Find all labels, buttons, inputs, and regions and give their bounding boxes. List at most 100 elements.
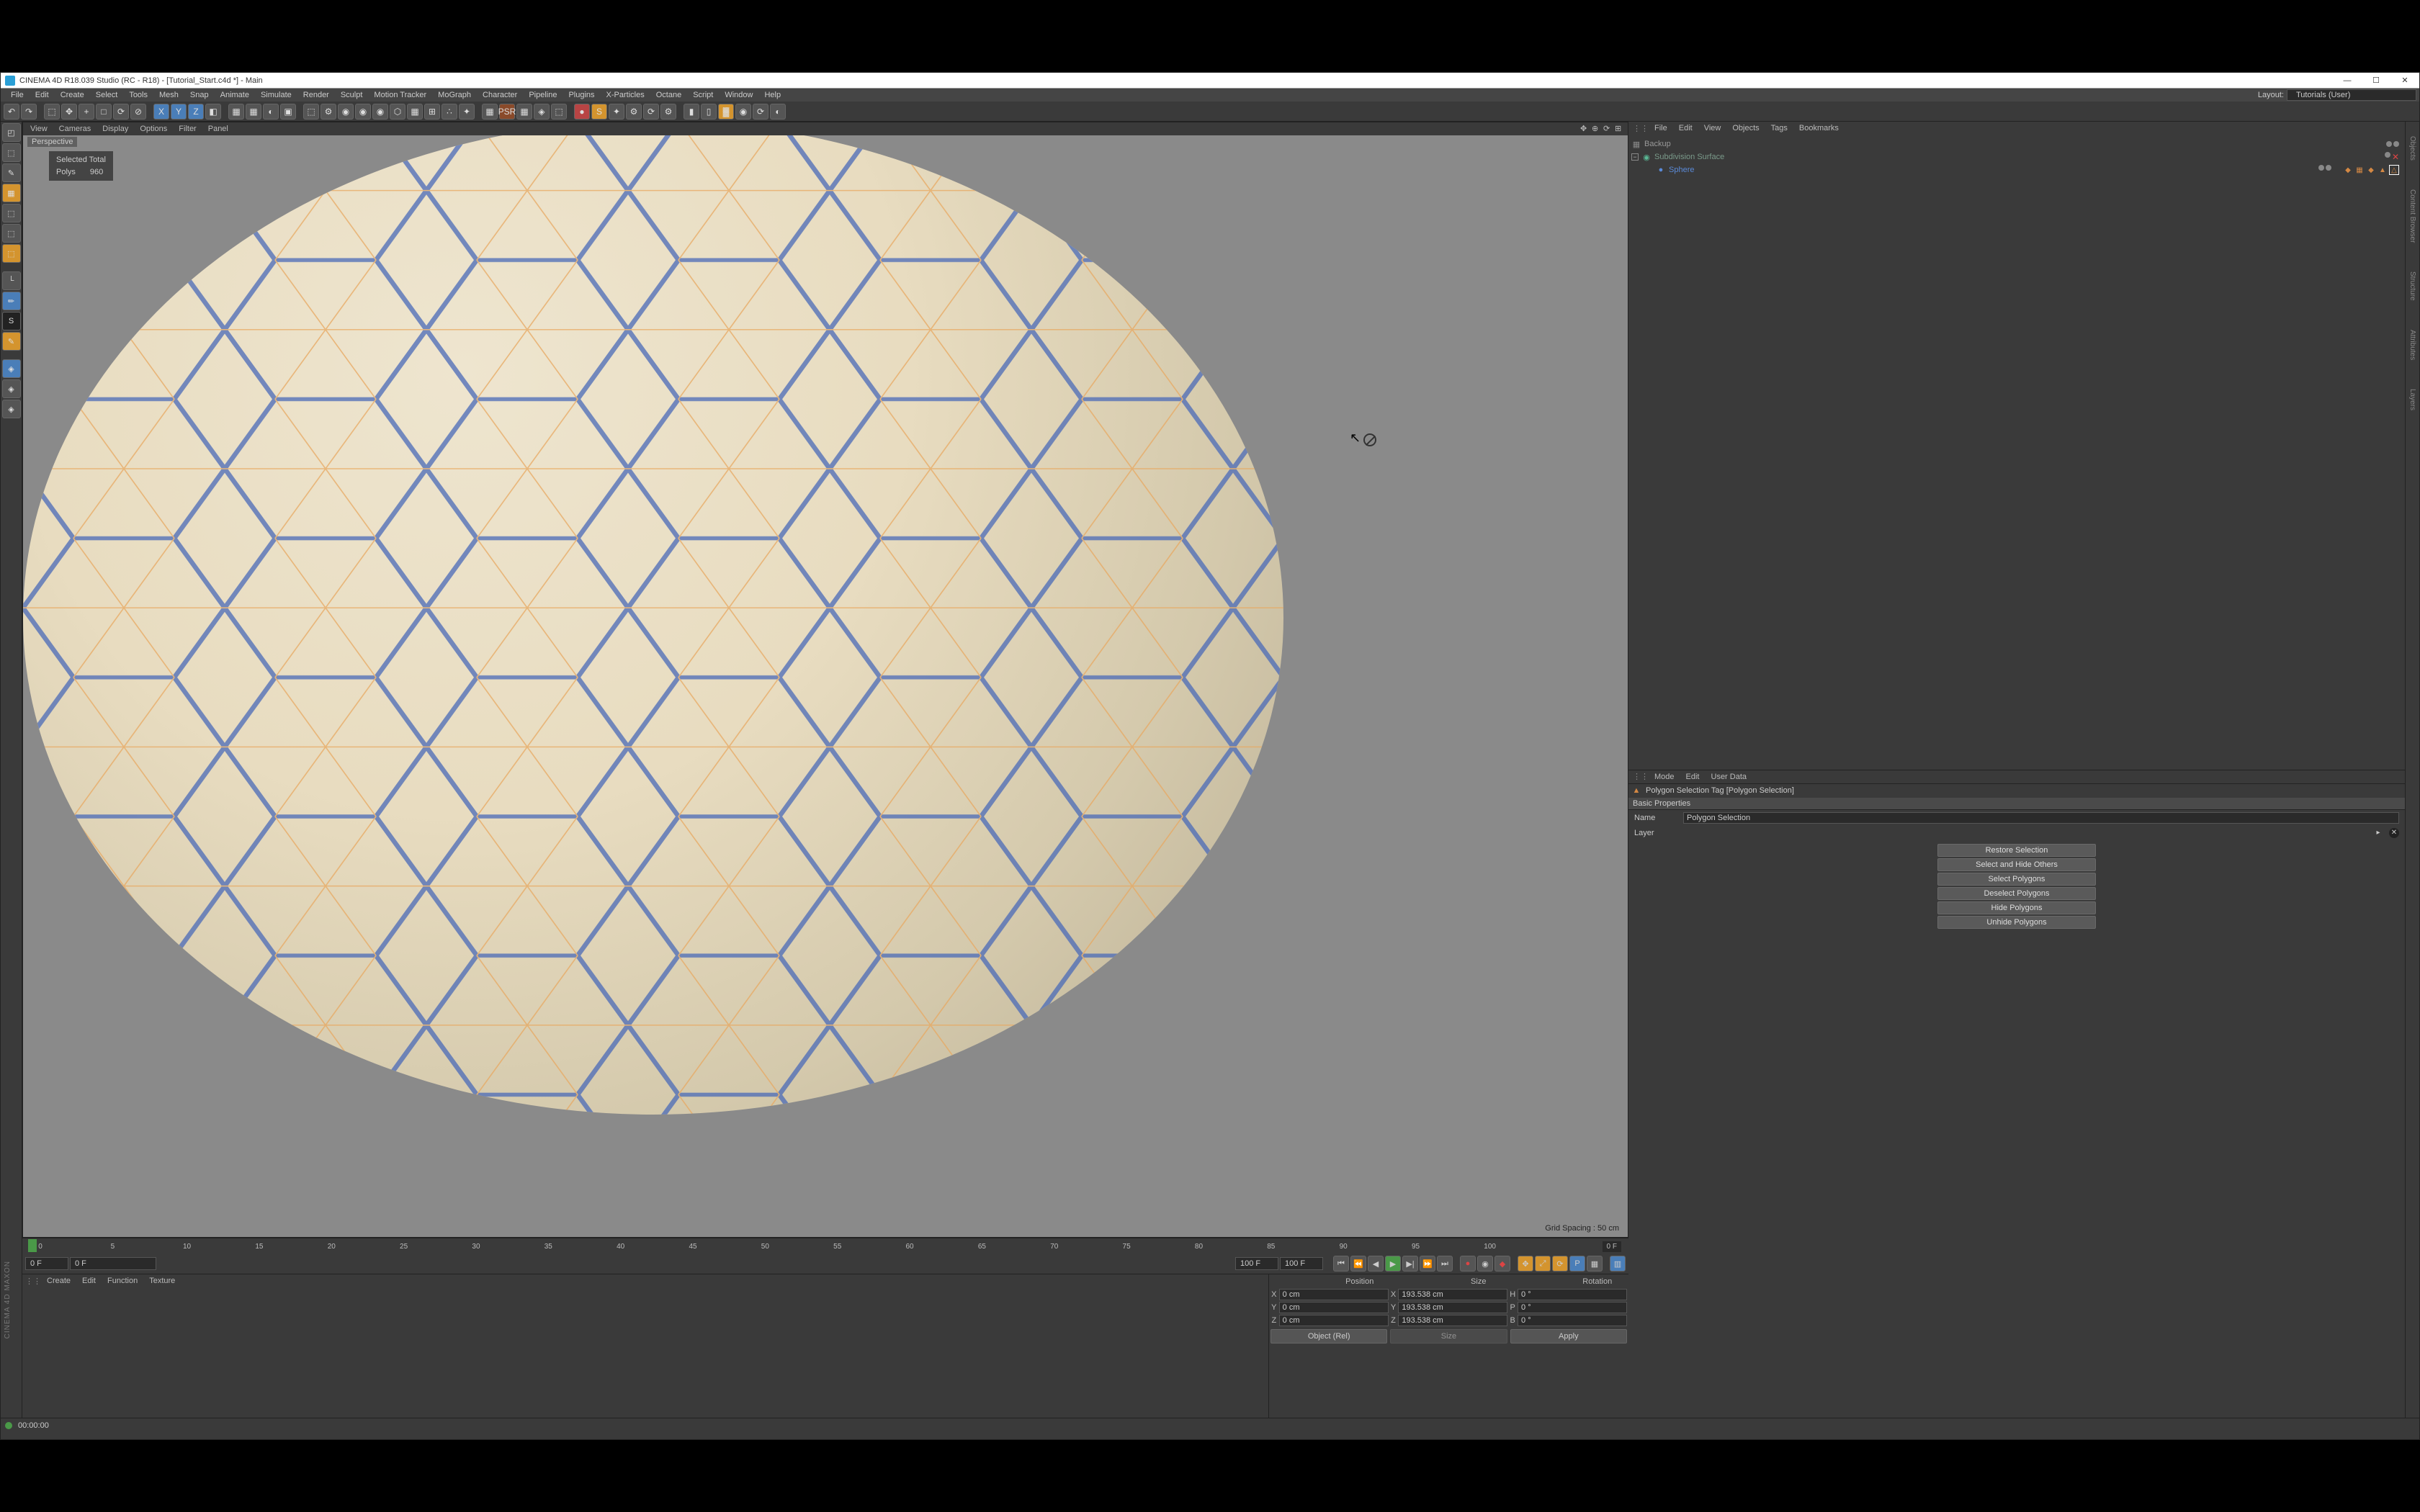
enable-toggle[interactable]: ✕ [2392,152,2399,162]
tool4-button[interactable]: ⬚ [551,104,567,120]
close-button[interactable]: ✕ [2390,73,2419,88]
render-pv-button[interactable]: ▦ [246,104,261,120]
size-x-input[interactable] [1398,1289,1507,1300]
mat-menu-edit[interactable]: Edit [76,1277,102,1285]
menu-sculpt[interactable]: Sculpt [335,91,369,99]
tab-objects[interactable]: Objects [2408,136,2416,161]
vp-menu-display[interactable]: Display [97,125,134,133]
obj-menu-view[interactable]: View [1698,124,1727,132]
titlebar[interactable]: CINEMA 4D R18.039 Studio (RC - R18) - [T… [1,73,2419,89]
tool2-button[interactable]: ▦ [516,104,532,120]
recent-button[interactable]: ⟳ [113,104,129,120]
mat-menu-create[interactable]: Create [41,1277,76,1285]
menu-window[interactable]: Window [719,91,758,99]
select-polygons-button[interactable]: Select Polygons [1937,873,2096,886]
vp-orbit-icon[interactable]: ⟳ [1603,124,1613,134]
coord-mode-dropdown[interactable]: Object (Rel) [1270,1329,1387,1344]
minimize-button[interactable]: — [2333,73,2362,88]
tool1-button[interactable]: ▦ [482,104,498,120]
plugin1-button[interactable]: ● [574,104,590,120]
vp-pan-icon[interactable]: ✥ [1580,124,1590,134]
deselect-polygons-button[interactable]: Deselect Polygons [1937,887,2096,900]
layout5-button[interactable]: ⟳ [753,104,768,120]
vp-panels-icon[interactable]: ⊞ [1615,124,1625,134]
vis-editor-toggle[interactable] [2318,165,2324,171]
tree-item-subdiv[interactable]: − ◉ Subdivision Surface ✕ [1631,150,2402,163]
live-select-button[interactable]: ⬚ [44,104,60,120]
vis-editor-toggle[interactable] [2386,141,2392,147]
layout2-button[interactable]: ▯ [701,104,717,120]
unhide-polygons-button[interactable]: Unhide Polygons [1937,916,2096,929]
x-axis-button[interactable]: X [153,104,169,120]
apply-button[interactable]: Apply [1510,1329,1627,1344]
size-mode-dropdown[interactable]: Size [1390,1329,1507,1344]
pos-x-input[interactable] [1279,1289,1389,1300]
restore-selection-button[interactable]: Restore Selection [1937,844,2096,857]
sculpt-button[interactable]: ✎ [2,332,21,351]
vp-menu-view[interactable]: View [24,125,53,133]
rot-h-input[interactable] [1518,1289,1627,1300]
prev-frame-button[interactable]: ◀ [1368,1256,1384,1272]
vp-menu-panel[interactable]: Panel [202,125,234,133]
key-param-button[interactable]: P [1569,1256,1585,1272]
menu-xparticles[interactable]: X-Particles [601,91,650,99]
selection-tag-1-icon[interactable]: ◆ [2343,165,2353,175]
generator3-button[interactable]: ◉ [372,104,388,120]
tab-attributes[interactable]: Attributes [2408,330,2416,360]
layout4-button[interactable]: ◉ [735,104,751,120]
selection-tag-active-icon[interactable]: △ [2389,165,2399,175]
layout6-button[interactable]: ◐ [770,104,786,120]
size-z-input[interactable] [1398,1315,1507,1326]
texture-mode-button[interactable]: ✎ [2,163,21,182]
particle-button[interactable]: ✦ [459,104,475,120]
rotate-button[interactable]: □ [96,104,112,120]
deformer-button[interactable]: ⬡ [390,104,405,120]
plugin3-button[interactable]: ⚙ [626,104,642,120]
make-editable-button[interactable]: ◰ [2,123,21,142]
plugin5-button[interactable]: ⚙ [660,104,676,120]
vp-menu-cameras[interactable]: Cameras [53,125,97,133]
menu-snap[interactable]: Snap [184,91,215,99]
tab-layers[interactable]: Layers [2408,389,2416,410]
locked-button[interactable]: ⊘ [130,104,146,120]
total-frames-input[interactable] [1280,1257,1323,1270]
vis-editor-toggle[interactable] [2385,152,2390,158]
pos-y-input[interactable] [1279,1302,1389,1313]
next-frame-button[interactable]: ▶| [1402,1256,1418,1272]
viewport[interactable]: Perspective Selected Total Polys960 [23,135,1628,1237]
vp-menu-options[interactable]: Options [134,125,173,133]
redo-button[interactable]: ↷ [21,104,37,120]
selection-tag-2-icon[interactable]: ▦ [2354,165,2365,175]
play-button[interactable]: ▶ [1385,1256,1401,1272]
obj-menu-file[interactable]: File [1649,124,1673,132]
camera-button[interactable]: ⊞ [424,104,440,120]
menu-edit[interactable]: Edit [30,91,55,99]
model-mode-button[interactable]: ⬚ [2,143,21,162]
point-mode-button[interactable]: ⬚ [2,204,21,222]
layout3-button[interactable]: ▓ [718,104,734,120]
key-pla-button[interactable]: ▦ [1587,1256,1603,1272]
timeline-ruler[interactable]: 0 5 10 15 20 25 30 35 40 45 50 55 60 65 … [22,1238,1628,1254]
vp-zoom-icon[interactable]: ⊕ [1592,124,1602,134]
key-scale-button[interactable]: ⤢ [1535,1256,1551,1272]
tool3-button[interactable]: ◈ [534,104,550,120]
maximize-button[interactable]: ☐ [2362,73,2390,88]
key-pos-button[interactable]: ✥ [1518,1256,1533,1272]
attr-menu-mode[interactable]: Mode [1649,773,1680,781]
generator2-button[interactable]: ◉ [355,104,371,120]
record-button[interactable]: ● [1460,1256,1476,1272]
menu-help[interactable]: Help [758,91,786,99]
menu-render[interactable]: Render [297,91,335,99]
move-button[interactable]: ✥ [61,104,77,120]
menu-select[interactable]: Select [90,91,124,99]
menu-create[interactable]: Create [55,91,90,99]
preview-end-input[interactable] [1235,1257,1278,1270]
snap-button[interactable]: S [2,312,21,330]
render-region-button[interactable]: ◐ [263,104,279,120]
workplane-button[interactable]: ▦ [2,184,21,202]
poly-mode-button[interactable]: ⬚ [2,244,21,263]
tweak1-button[interactable]: ◈ [2,359,21,378]
menu-motiontracker[interactable]: Motion Tracker [368,91,432,99]
vis-render-toggle[interactable] [2393,141,2399,147]
menu-plugins[interactable]: Plugins [563,91,600,99]
